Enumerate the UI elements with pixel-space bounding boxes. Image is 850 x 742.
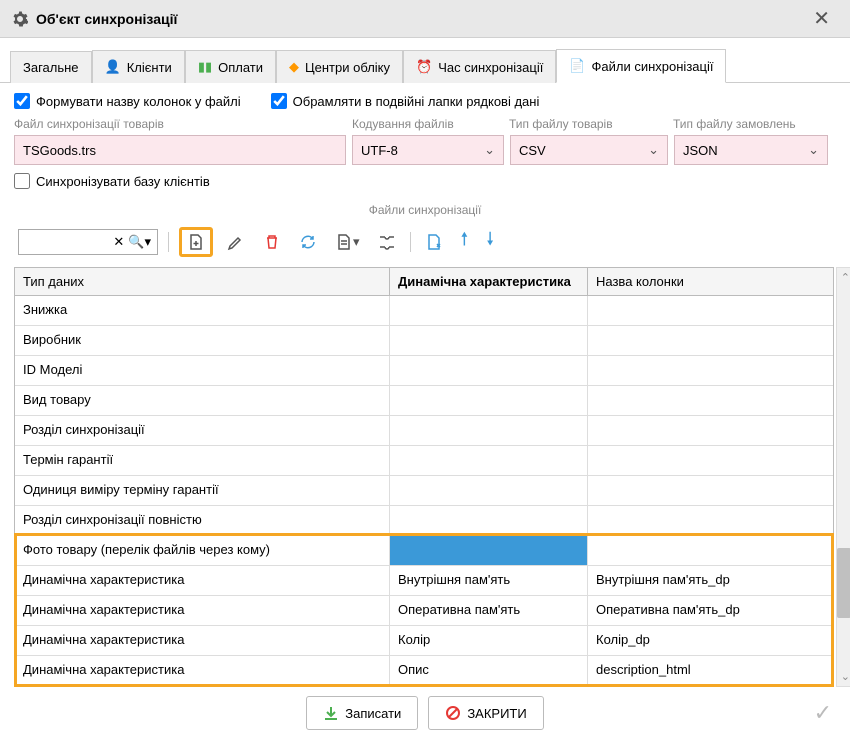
goods-type-select[interactable]: CSV⌄: [510, 135, 668, 165]
clear-icon[interactable]: ✕: [113, 234, 124, 250]
checkbox-sync-clients[interactable]: Синхронізувати базу клієнтів: [14, 173, 836, 189]
tab-centers[interactable]: ◆Центри обліку: [276, 50, 403, 83]
table-row[interactable]: Вид товару: [15, 386, 833, 416]
orders-type-select[interactable]: JSON⌄: [674, 135, 828, 165]
gear-icon: [12, 11, 28, 27]
scroll-down-icon[interactable]: ⌄: [841, 670, 850, 683]
footer: Записати ЗАКРИТИ ✓: [0, 696, 850, 730]
export-button[interactable]: [421, 229, 447, 255]
clock-icon: ⏰: [416, 59, 432, 75]
section-label: Файли синхронізації: [14, 203, 836, 217]
table-row[interactable]: Фото товару (перелік файлів через кому): [15, 536, 833, 566]
add-button[interactable]: [179, 227, 213, 257]
window-title: Об'єкт синхронізації: [36, 11, 805, 27]
search-icon[interactable]: 🔍▾: [128, 234, 151, 250]
tabs: Загальне 👤Клієнти ▮▮Оплати ◆Центри облік…: [0, 38, 850, 83]
table-row[interactable]: Динамічна характеристикаОписdescription_…: [15, 656, 833, 686]
tab-payments[interactable]: ▮▮Оплати: [185, 50, 276, 83]
toolbar: ✕ 🔍▾ ▾ 🠕 🠗: [14, 223, 836, 261]
refresh-button[interactable]: [295, 229, 321, 255]
table-row[interactable]: Одиниця виміру терміну гарантії: [15, 476, 833, 506]
chevron-down-icon: ⌄: [648, 142, 659, 158]
encoding-select[interactable]: UTF-8⌄: [352, 135, 504, 165]
table-row[interactable]: Розділ синхронізації повністю: [15, 506, 833, 536]
label-goods-type: Тип файлу товарів: [509, 117, 673, 131]
file-plus-icon: 📄: [569, 58, 585, 74]
move-down-button[interactable]: 🠗: [482, 223, 498, 261]
label-file-sync: Файл синхронізації товарів: [14, 117, 352, 131]
scroll-thumb[interactable]: [837, 548, 850, 618]
save-button[interactable]: Записати: [306, 696, 418, 730]
table-row[interactable]: Динамічна характеристикаВнутрішня пам'ят…: [15, 566, 833, 596]
table-row[interactable]: Динамічна характеристикаОперативна пам'я…: [15, 596, 833, 626]
tab-general[interactable]: Загальне: [10, 51, 92, 83]
save-icon: [323, 705, 339, 721]
checkbox-column-names[interactable]: Формувати назву колонок у файлі: [14, 93, 241, 109]
delete-button[interactable]: [259, 229, 285, 255]
tab-clients[interactable]: 👤Клієнти: [92, 50, 185, 83]
table-row[interactable]: Розділ синхронізації: [15, 416, 833, 446]
table-row[interactable]: Динамічна характеристикаКолірКолір_dp: [15, 626, 833, 656]
checkbox-double-quotes[interactable]: Обрамляти в подвійні лапки рядкові дані: [271, 93, 540, 109]
block-icon: [445, 705, 461, 721]
money-icon: ▮▮: [198, 59, 212, 75]
move-up-button[interactable]: 🠕: [457, 223, 473, 261]
scrollbar[interactable]: ⌃ ⌄: [836, 267, 850, 687]
titlebar: Об'єкт синхронізації ✕: [0, 0, 850, 38]
file-sync-input[interactable]: TSGoods.trs: [14, 135, 346, 165]
table-row[interactable]: Виробник: [15, 326, 833, 356]
search-input[interactable]: ✕ 🔍▾: [18, 229, 158, 255]
document-button[interactable]: ▾: [331, 229, 364, 255]
data-grid[interactable]: Тип даних Динамічна характеристика Назва…: [14, 267, 834, 687]
tab-syncfiles[interactable]: 📄Файли синхронізації: [556, 49, 726, 83]
label-orders-type: Тип файлу замовлень: [673, 117, 833, 131]
close-button[interactable]: ЗАКРИТИ: [428, 696, 543, 730]
table-row[interactable]: Знижка: [15, 296, 833, 326]
close-icon[interactable]: ✕: [805, 2, 838, 35]
check-icon[interactable]: ✓: [814, 700, 832, 726]
label-encoding: Кодування файлів: [352, 117, 509, 131]
chevron-down-icon: ⌄: [484, 142, 495, 158]
chevron-down-icon: ⌄: [808, 142, 819, 158]
table-row[interactable]: Термін гарантії: [15, 446, 833, 476]
edit-button[interactable]: [223, 229, 249, 255]
table-row[interactable]: ID Моделі: [15, 356, 833, 386]
grid-header: Тип даних Динамічна характеристика Назва…: [15, 268, 833, 296]
layers-icon: ◆: [289, 59, 299, 75]
settings-button[interactable]: [374, 229, 400, 255]
tab-synctime[interactable]: ⏰Час синхронізації: [403, 50, 556, 83]
person-icon: 👤: [105, 59, 121, 75]
scroll-up-icon[interactable]: ⌃: [841, 271, 850, 284]
